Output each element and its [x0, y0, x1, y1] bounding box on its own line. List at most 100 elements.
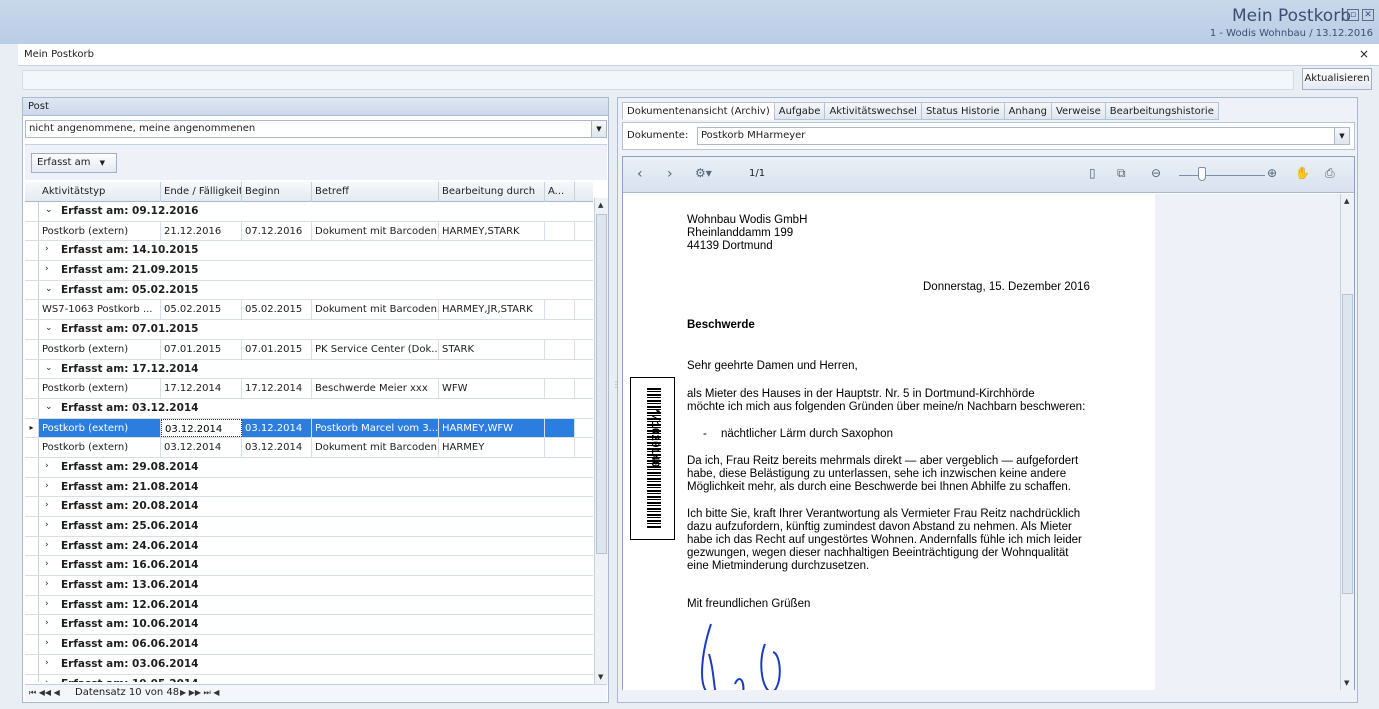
chevron-right-icon[interactable]: ›: [45, 618, 49, 628]
forward-icon[interactable]: ›: [667, 166, 673, 182]
table-cell[interactable]: [545, 221, 575, 241]
table-cell[interactable]: 03.12.2014: [242, 438, 312, 457]
group-row[interactable]: › Erfasst am: 03.06.2014: [25, 654, 593, 675]
nav-first-prev-icons[interactable]: ⏮ ◀◀ ◀: [29, 688, 60, 698]
table-cell[interactable]: [545, 418, 575, 438]
table-row[interactable]: Postkorb (extern) 21.12.2016 07.12.2016 Dok…: [25, 221, 593, 242]
row-indicator[interactable]: [25, 398, 39, 418]
chevron-right-icon[interactable]: ›: [45, 264, 49, 274]
table-cell[interactable]: Postkorb (extern): [39, 221, 161, 241]
table-cell[interactable]: WFW: [439, 379, 545, 398]
group-row[interactable]: › Erfasst am: 25.06.2014: [25, 517, 593, 537]
document-vertical-scrollbar[interactable]: ▲ ▼: [1340, 194, 1354, 690]
detail-tab[interactable]: Aufgabe: [773, 102, 826, 120]
group-row[interactable]: › Erfasst am: 24.06.2014: [25, 536, 593, 557]
group-row[interactable]: › Erfasst am: 16.06.2014: [25, 556, 593, 577]
row-indicator[interactable]: [25, 379, 39, 398]
chevron-right-icon[interactable]: ›: [45, 244, 49, 254]
row-indicator[interactable]: [25, 536, 39, 556]
row-indicator[interactable]: [25, 556, 39, 576]
hand-icon[interactable]: ✋: [1295, 166, 1310, 180]
table-cell[interactable]: [545, 438, 575, 457]
scroll-up-icon[interactable]: ▲: [598, 201, 603, 209]
scroll-down-icon[interactable]: ▼: [1344, 679, 1349, 687]
table-cell[interactable]: PK Service Center (Dok...: [312, 339, 439, 359]
chevron-down-icon[interactable]: ▼: [1334, 128, 1349, 144]
table-cell[interactable]: [545, 300, 575, 320]
table-cell[interactable]: [545, 379, 575, 398]
chevron-right-icon[interactable]: ›: [45, 638, 49, 648]
table-cell[interactable]: Postkorb (extern): [39, 418, 161, 438]
tab-mein-postkorb[interactable]: Mein Postkorb: [24, 49, 94, 60]
group-row[interactable]: › Erfasst am: 20.08.2014: [25, 497, 593, 517]
row-indicator[interactable]: [25, 576, 39, 595]
table-cell[interactable]: Dokument mit Barcoden...: [312, 438, 439, 457]
table-cell[interactable]: 17.12.2014: [161, 379, 242, 398]
row-indicator[interactable]: [25, 477, 39, 497]
zoom-slider-track[interactable]: [1179, 175, 1265, 176]
row-indicator[interactable]: [25, 595, 39, 615]
column-header[interactable]: Betreff: [312, 182, 439, 202]
table-cell[interactable]: 07.12.2016: [242, 221, 312, 241]
table-cell[interactable]: 05.02.2015: [161, 300, 242, 320]
documents-select[interactable]: Postkorb MHarmeyer ▼: [697, 127, 1350, 145]
row-indicator[interactable]: [25, 202, 39, 221]
table-cell[interactable]: 21.12.2016: [161, 221, 242, 241]
table-cell[interactable]: STARK: [439, 339, 545, 359]
chevron-right-icon[interactable]: ›: [45, 481, 49, 491]
table-cell[interactable]: Dokument mit Barcoden...: [312, 300, 439, 320]
row-indicator[interactable]: [25, 280, 39, 300]
chevron-right-icon[interactable]: ›: [45, 540, 49, 550]
table-cell[interactable]: 03.12.2014: [161, 438, 242, 457]
group-row[interactable]: › Erfasst am: 21.08.2014: [25, 477, 593, 498]
table-cell[interactable]: 17.12.2014: [242, 379, 312, 398]
chevron-right-icon[interactable]: ›: [45, 461, 49, 471]
table-cell[interactable]: HARMEY,WFW: [439, 418, 545, 438]
row-indicator[interactable]: [25, 438, 39, 457]
row-indicator[interactable]: [25, 339, 39, 359]
column-header[interactable]: A...: [545, 182, 575, 202]
page-icon[interactable]: ▯: [1089, 166, 1096, 180]
chevron-right-icon[interactable]: ›: [45, 678, 49, 683]
chevron-right-icon[interactable]: ›: [45, 579, 49, 589]
group-row[interactable]: › Erfasst am: 19.05.2014: [25, 674, 593, 683]
back-icon[interactable]: ‹: [637, 166, 643, 182]
detail-tab[interactable]: Aktivitätswechsel: [824, 102, 922, 120]
row-indicator[interactable]: ▸: [25, 418, 39, 438]
table-cell[interactable]: WS7-1063 Postkorb ...: [39, 300, 161, 320]
table-cell[interactable]: 07.01.2015: [242, 339, 312, 359]
scroll-thumb[interactable]: [1342, 294, 1353, 594]
table-cell[interactable]: 05.02.2015: [242, 300, 312, 320]
row-indicator[interactable]: [25, 635, 39, 654]
table-cell[interactable]: Postkorb Marcel vom 3....: [312, 418, 439, 438]
nav-next-last-icons[interactable]: ▶ ▶▶ ⏭ ◀: [180, 688, 219, 698]
scroll-thumb[interactable]: [596, 214, 607, 554]
chevron-down-icon[interactable]: ⌄: [45, 205, 53, 215]
group-row[interactable]: ⌄ Erfasst am: 05.02.2015: [25, 280, 593, 301]
table-cell[interactable]: 07.01.2015: [161, 339, 242, 359]
table-cell[interactable]: Postkorb (extern): [39, 438, 161, 457]
refresh-button[interactable]: Aktualisieren: [1302, 68, 1372, 90]
table-cell[interactable]: Beschwerde Meier xxx: [312, 379, 439, 398]
zoom-in-icon[interactable]: ⊕: [1267, 166, 1277, 180]
zoom-slider-thumb[interactable]: [1198, 167, 1206, 181]
table-row[interactable]: Postkorb (extern) 07.01.2015 07.01.2015 PK …: [25, 339, 593, 360]
close-window-icon[interactable]: ✕: [1362, 9, 1374, 21]
chevron-right-icon[interactable]: ›: [45, 520, 49, 530]
group-row[interactable]: › Erfasst am: 10.06.2014: [25, 615, 593, 636]
row-indicator[interactable]: [25, 359, 39, 379]
row-indicator[interactable]: [25, 261, 39, 280]
chevron-down-icon[interactable]: ▼: [591, 121, 606, 137]
chevron-right-icon[interactable]: ›: [45, 658, 49, 668]
table-cell[interactable]: [545, 339, 575, 359]
row-indicator[interactable]: [25, 615, 39, 635]
group-row[interactable]: › Erfasst am: 12.06.2014: [25, 595, 593, 616]
row-indicator[interactable]: [25, 674, 39, 682]
row-indicator[interactable]: [25, 300, 39, 320]
close-tab-icon[interactable]: ×: [1359, 47, 1369, 61]
grid-vertical-scrollbar[interactable]: ▲ ▼: [594, 198, 608, 684]
chevron-down-icon[interactable]: ⌄: [45, 323, 53, 333]
chevron-down-icon[interactable]: ⌄: [45, 402, 53, 412]
detail-tab[interactable]: Bearbeitungshistorie: [1104, 102, 1219, 120]
group-row[interactable]: ⌄ Erfasst am: 03.12.2014: [25, 398, 593, 419]
